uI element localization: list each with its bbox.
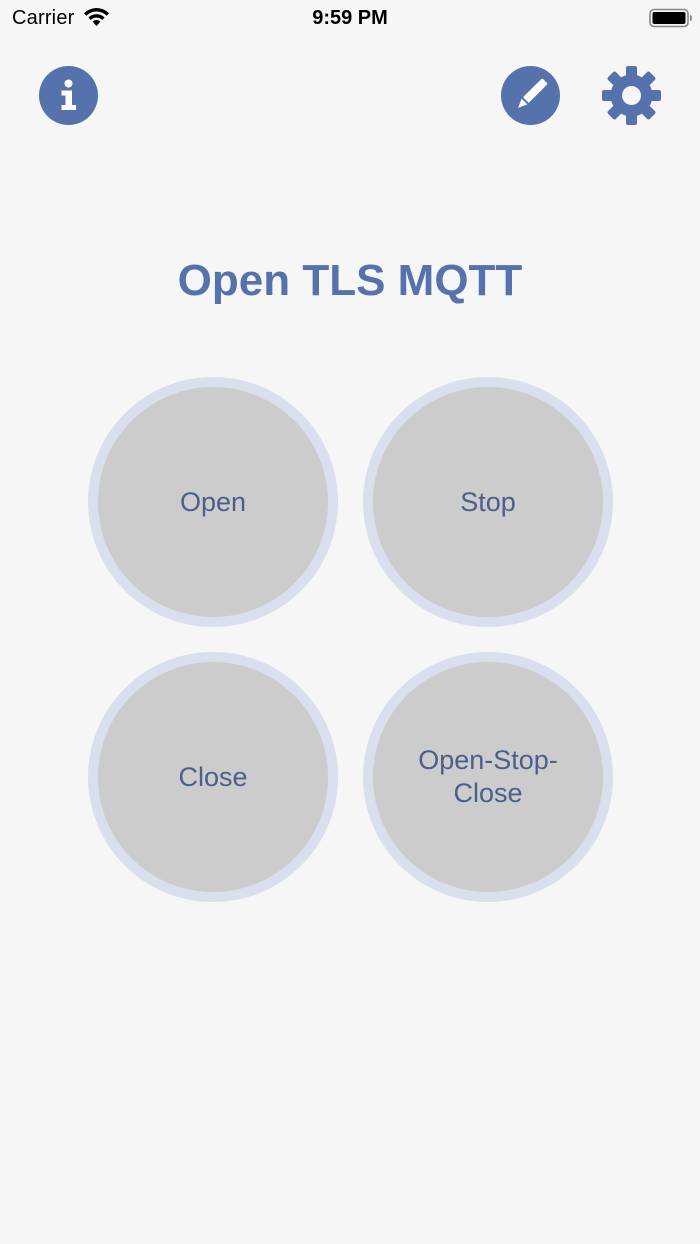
open-stop-close-button-label: Open-Stop-Close [418, 745, 558, 808]
status-bar: Carrier 9:59 PM [0, 0, 700, 36]
stop-button-label: Stop [460, 486, 516, 517]
info-icon [61, 79, 76, 110]
settings-button[interactable] [600, 64, 663, 127]
info-button[interactable] [39, 66, 98, 125]
status-time: 9:59 PM [312, 7, 388, 29]
open-stop-close-button[interactable]: Open-Stop-Close [363, 652, 613, 902]
page-title: Open TLS MQTT [177, 256, 523, 305]
battery-icon [649, 8, 692, 28]
open-button-label: Open [179, 486, 247, 517]
edit-button[interactable] [501, 66, 560, 125]
close-button-label: Close [178, 761, 248, 792]
pencil-icon [518, 78, 548, 108]
gear-icon [602, 66, 661, 125]
close-button[interactable]: Close [88, 652, 338, 902]
stop-button[interactable]: Stop [363, 377, 613, 627]
open-button[interactable]: Open [88, 377, 338, 627]
